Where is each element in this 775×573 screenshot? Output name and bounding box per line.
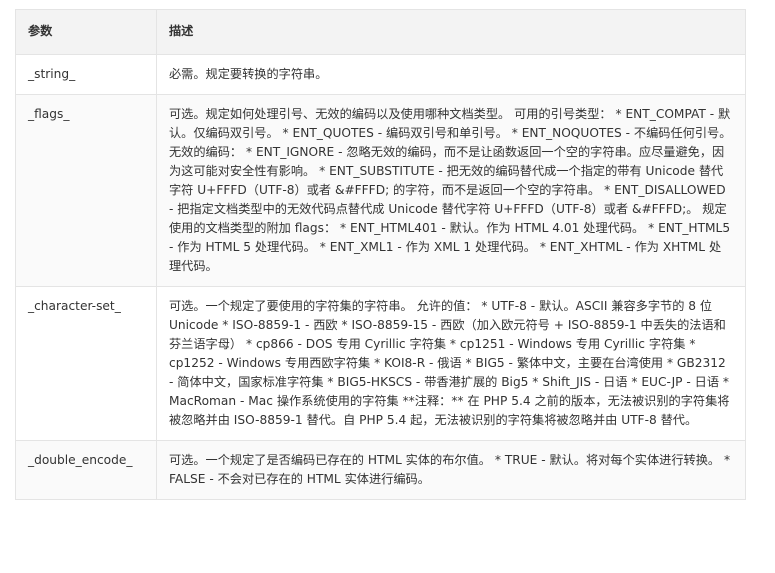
table-row: _string_ 必需。规定要转换的字符串。 — [15, 54, 746, 95]
param-name: _double_encode_ — [15, 440, 157, 500]
param-name: _flags_ — [15, 94, 157, 287]
table-row: _character-set_ 可选。一个规定了要使用的字符集的字符串。 允许的… — [15, 286, 746, 441]
table-row: _flags_ 可选。规定如何处理引号、无效的编码以及使用哪种文档类型。 可用的… — [15, 94, 746, 287]
param-description: 可选。一个规定了是否编码已存在的 HTML 实体的布尔值。 * TRUE - 默… — [156, 440, 746, 500]
table-row: _double_encode_ 可选。一个规定了是否编码已存在的 HTML 实体… — [15, 440, 746, 500]
header-description: 描述 — [156, 9, 746, 55]
param-name: _string_ — [15, 54, 157, 95]
parameters-table: 参数 描述 _string_ 必需。规定要转换的字符串。 _flags_ 可选。… — [15, 9, 746, 500]
param-description: 必需。规定要转换的字符串。 — [156, 54, 746, 95]
header-param: 参数 — [15, 9, 157, 55]
param-description: 可选。一个规定了要使用的字符集的字符串。 允许的值： * UTF-8 - 默认。… — [156, 286, 746, 441]
table-header-row: 参数 描述 — [15, 9, 746, 55]
param-description: 可选。规定如何处理引号、无效的编码以及使用哪种文档类型。 可用的引号类型： * … — [156, 94, 746, 287]
param-name: _character-set_ — [15, 286, 157, 441]
